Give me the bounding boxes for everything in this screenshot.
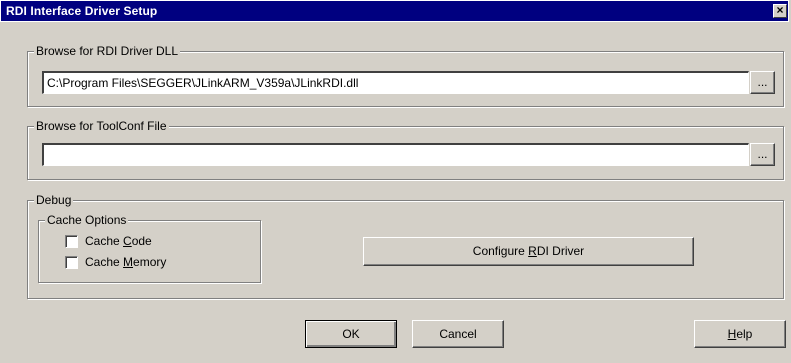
help-button[interactable]: Help — [694, 320, 786, 348]
cache-options-legend: Cache Options — [45, 213, 129, 227]
cancel-button[interactable]: Cancel — [412, 320, 504, 348]
ok-button[interactable]: OK — [305, 320, 397, 348]
cache-memory-label: Cache Memory — [85, 255, 167, 269]
cache-code-checkbox[interactable] — [65, 235, 78, 248]
debug-group-legend: Debug — [34, 193, 74, 207]
window-title: RDI Interface Driver Setup — [6, 4, 158, 18]
debug-group: Debug Cache Options Cache Code Cache Mem… — [27, 193, 784, 299]
dll-browse-button[interactable]: ... — [750, 71, 775, 94]
title-bar[interactable]: RDI Interface Driver Setup × — [0, 0, 789, 22]
toolconf-group-legend: Browse for ToolConf File — [34, 119, 169, 133]
toolconf-browse-button[interactable]: ... — [750, 143, 775, 166]
toolconf-path-field[interactable] — [42, 143, 749, 166]
dll-group: Browse for RDI Driver DLL C:\Program Fil… — [27, 44, 784, 107]
close-icon[interactable]: × — [773, 4, 787, 18]
dll-group-legend: Browse for RDI Driver DLL — [34, 44, 181, 58]
toolconf-group: Browse for ToolConf File ... — [27, 119, 784, 180]
cache-options-group: Cache Options Cache Code Cache Memory — [38, 213, 261, 283]
cache-memory-checkbox[interactable] — [65, 256, 78, 269]
cache-code-label: Cache Code — [85, 234, 152, 248]
dll-path-field[interactable]: C:\Program Files\SEGGER\JLinkARM_V359a\J… — [42, 71, 749, 94]
configure-rdi-driver-button[interactable]: Configure RDI Driver — [363, 237, 694, 266]
